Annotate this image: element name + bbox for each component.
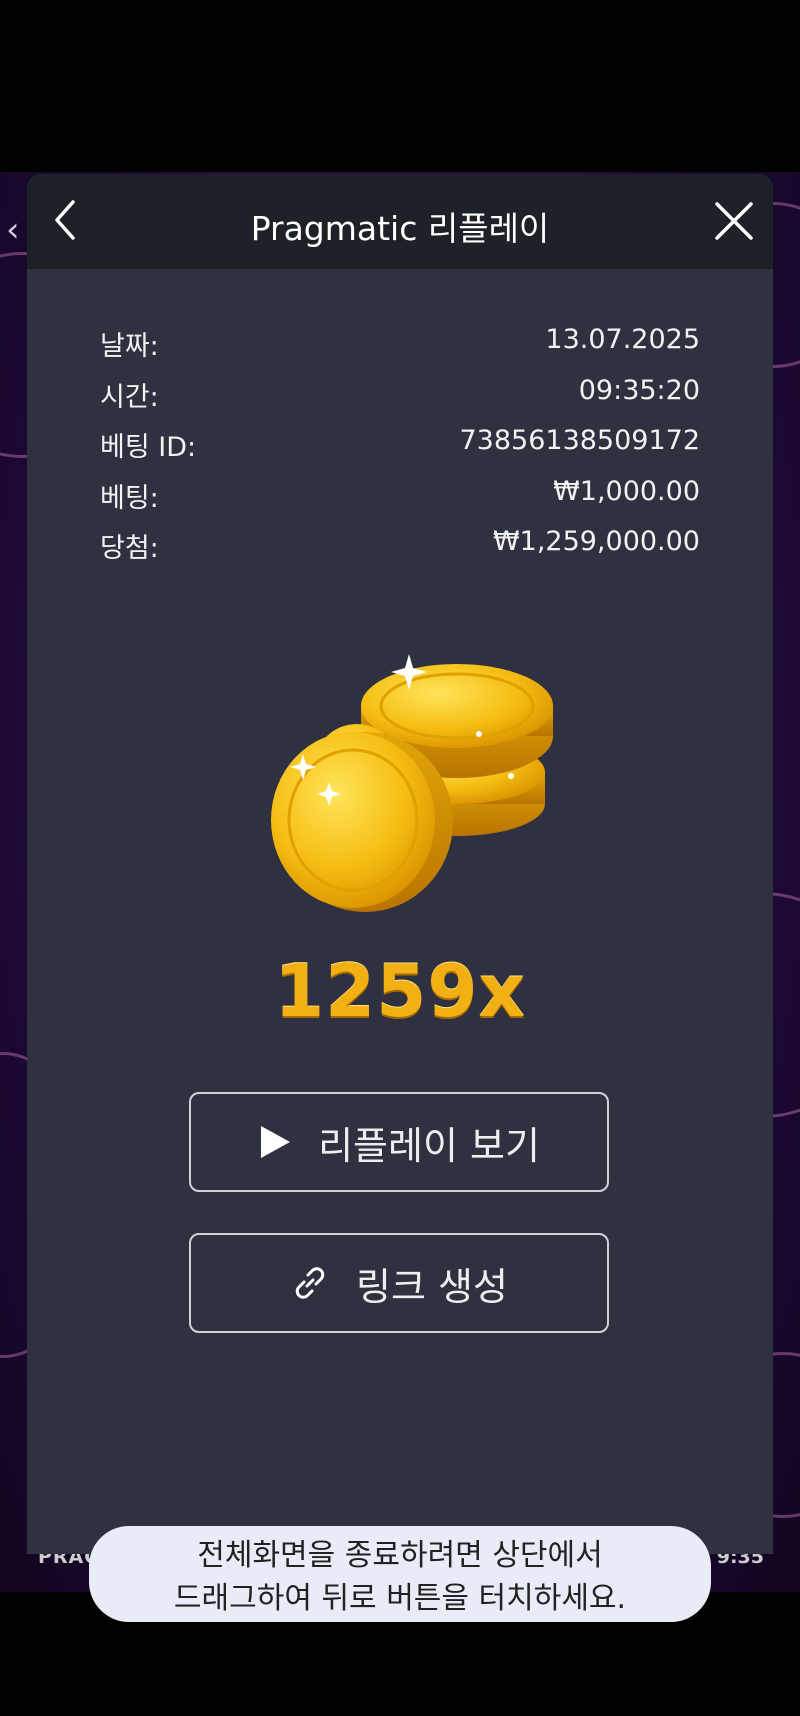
detail-row-win: 당첨: ₩1,259,000.00 [100,526,700,577]
toast-line-1: 전체화면을 종료하려면 상단에서 [197,1538,603,1573]
detail-row-time: 시간: 09:35:20 [100,375,700,426]
date-value: 13.07.2025 [545,324,700,355]
bet-id-value: 73856138509172 [459,425,701,456]
win-value: ₩1,259,000.00 [492,526,700,557]
create-link-button[interactable]: 링크 생성 [189,1233,609,1333]
play-icon [261,1126,291,1158]
detail-row-date: 날짜: 13.07.2025 [100,324,700,375]
panel-header: Pragmatic 리플레이 [27,174,773,269]
toast-line-2: 드래그하여 뒤로 버튼을 터치하세요. [173,1581,627,1616]
background-back-icon: ‹ [6,210,20,250]
detail-row-bet: 베팅: ₩1,000.00 [100,476,700,527]
watch-replay-button[interactable]: 리플레이 보기 [189,1092,609,1192]
bet-id-label: 베팅 ID: [100,432,197,463]
page-title: Pragmatic 리플레이 [250,209,550,248]
win-multiplier: 1259x [274,949,526,1033]
bet-value: ₩1,000.00 [553,475,700,507]
win-label: 당첨: [100,533,159,564]
detail-row-bet-id: 베팅 ID: 73856138509172 [100,425,700,476]
time-value: 09:35:20 [578,374,700,406]
fullscreen-exit-toast: 전체화면을 종료하려면 상단에서 드래그하여 뒤로 버튼을 터치하세요. [89,1526,711,1622]
link-icon [295,1267,325,1299]
replay-panel: Pragmatic 리플레이 날짜: 13.07.2025 시간: 09:35:… [27,174,773,1554]
create-link-label: 링크 생성 [356,1264,508,1309]
close-icon [715,202,753,240]
date-label: 날짜: [100,331,159,362]
bet-label: 베팅: [100,482,159,514]
time-label: 시간: [100,381,159,413]
watch-replay-label: 리플레이 보기 [318,1123,540,1168]
close-button[interactable] [709,196,759,246]
bet-details: 날짜: 13.07.2025 시간: 09:35:20 베팅 ID: 73856… [100,324,700,577]
gold-coins-icon [271,654,553,912]
